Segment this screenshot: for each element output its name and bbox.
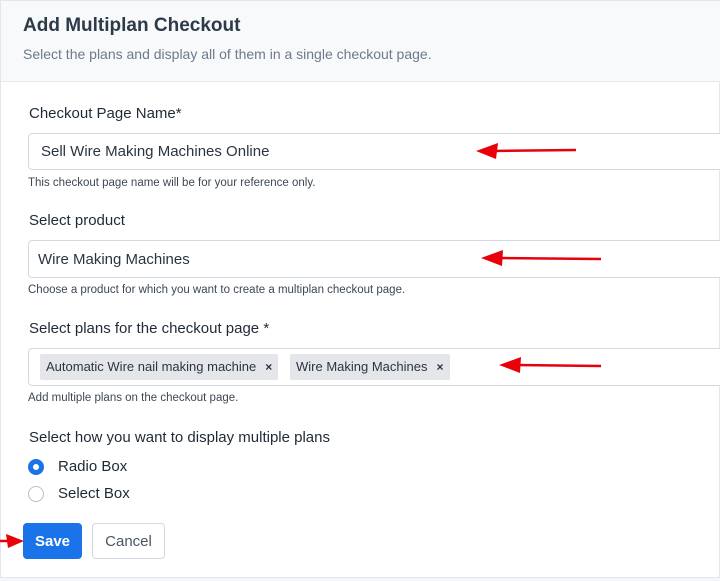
annotation-arrow-icon — [476, 143, 577, 159]
annotation-arrows — [0, 143, 602, 548]
annotation-arrow-icon — [481, 250, 602, 266]
annotation-arrow-icon — [0, 534, 24, 548]
annotation-arrow-icon — [499, 357, 602, 373]
